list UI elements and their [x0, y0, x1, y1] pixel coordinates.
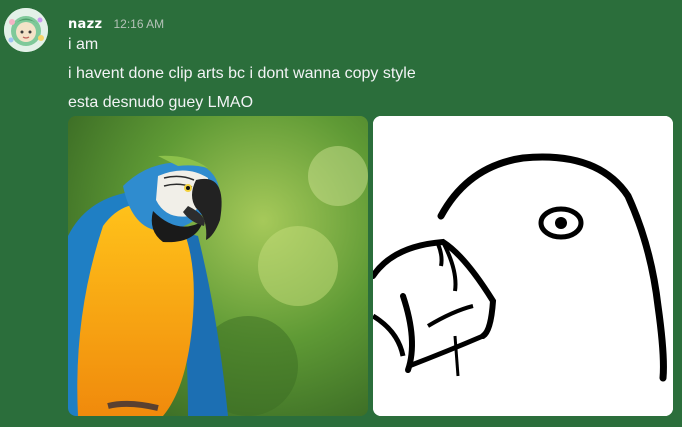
chat-message: nazz 12:16 AM i am i havent done clip ar… — [0, 0, 682, 427]
message-header: nazz 12:16 AM — [68, 13, 165, 32]
image-attachment-macaw-photo[interactable] — [68, 116, 368, 416]
username[interactable]: nazz — [68, 17, 102, 32]
avatar-image — [4, 8, 48, 52]
parrot-sketch-image — [373, 116, 673, 416]
timestamp: 12:16 AM — [113, 17, 165, 31]
user-avatar[interactable] — [4, 8, 48, 52]
image-attachment-parrot-sketch[interactable] — [373, 116, 673, 416]
macaw-photo-image — [68, 116, 368, 416]
message-line: esta desnudo guey LMAO — [68, 94, 254, 111]
message-line: i havent done clip arts bc i dont wanna … — [68, 65, 416, 82]
message-line: i am — [68, 36, 99, 53]
